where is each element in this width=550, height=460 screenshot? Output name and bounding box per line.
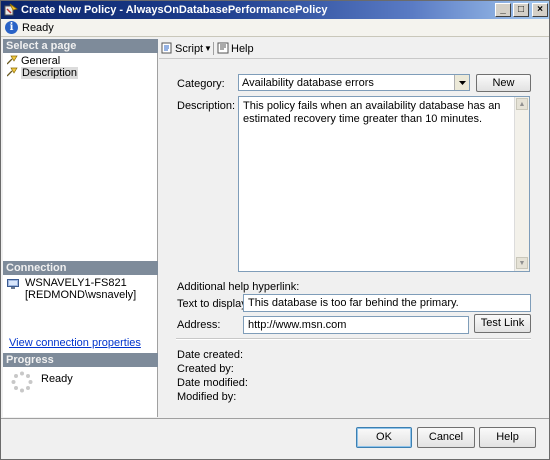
text-to-display-input[interactable]: This database is too far behind the prim… (243, 294, 531, 312)
close-button[interactable]: × (532, 3, 548, 17)
help-button[interactable]: Help (217, 42, 254, 56)
minimize-button[interactable]: _ (495, 3, 511, 17)
status-text: Ready (22, 22, 54, 34)
description-textarea[interactable]: This policy fails when an availability d… (238, 96, 530, 272)
new-category-button[interactable]: New (476, 74, 531, 92)
policy-app-icon (4, 3, 18, 16)
ok-button[interactable]: OK (356, 427, 412, 448)
script-icon (161, 42, 172, 54)
connection-user: [REDMOND\wsnavely] (25, 289, 137, 301)
page-icon (7, 67, 18, 77)
cancel-button[interactable]: Cancel (417, 427, 475, 448)
progress-header: Progress (3, 353, 158, 367)
page-label: Description (21, 67, 79, 79)
script-label: Script (175, 43, 204, 55)
page-icon (7, 55, 18, 65)
toolbar: Script ▼ Help (159, 39, 548, 59)
info-icon: i (5, 21, 18, 34)
description-label: Description: (177, 100, 236, 112)
toolbar-separator (213, 42, 214, 55)
window-title: Create New Policy - AlwaysOnDatabasePerf… (21, 4, 328, 16)
page-item-description[interactable]: Description (7, 67, 79, 79)
category-value: Availability database errors (242, 77, 374, 89)
help-label: Help (231, 43, 254, 55)
form-divider (176, 338, 531, 340)
date-modified-label: Date modified: (177, 377, 248, 389)
maximize-button[interactable]: □ (513, 3, 529, 17)
progress-status: Ready (41, 373, 73, 385)
created-by-label: Created by: (177, 363, 234, 375)
date-created-label: Date created: (177, 349, 244, 361)
status-bar: i Ready (1, 19, 549, 37)
connection-server: WSNAVELY1-FS821 (25, 277, 127, 289)
title-bar[interactable]: Create New Policy - AlwaysOnDatabasePerf… (1, 1, 549, 19)
page-label: General (21, 55, 61, 67)
scroll-down-icon[interactable]: ▼ (516, 257, 528, 269)
address-label: Address: (177, 319, 221, 331)
view-connection-properties-link[interactable]: View connection properties (9, 337, 141, 349)
modified-by-label: Modified by: (177, 391, 237, 403)
scroll-up-icon[interactable]: ▲ (516, 98, 528, 110)
script-button[interactable]: Script (161, 42, 203, 56)
help-dialog-button[interactable]: Help (479, 427, 536, 448)
description-scrollbar[interactable]: ▲ ▼ (514, 97, 529, 271)
address-input[interactable]: http://www.msn.com (243, 316, 469, 334)
description-text: This policy fails when an availability d… (243, 100, 501, 125)
create-policy-dialog: Create New Policy - AlwaysOnDatabasePerf… (0, 0, 550, 460)
left-pane: Select a page General Description Connec… (3, 39, 158, 417)
category-label: Category: (177, 78, 225, 90)
chevron-down-icon[interactable] (454, 75, 469, 90)
page-item-general[interactable]: General (7, 55, 60, 67)
select-page-header: Select a page (3, 39, 158, 53)
server-icon (7, 279, 19, 289)
connection-header: Connection (3, 261, 158, 275)
text-to-display-label: Text to display: (177, 298, 250, 310)
hyperlink-header: Additional help hyperlink: (177, 281, 300, 293)
progress-spinner-icon (11, 371, 33, 393)
help-icon (217, 42, 229, 54)
test-link-button[interactable]: Test Link (474, 314, 531, 333)
script-dropdown-icon[interactable]: ▼ (204, 42, 212, 56)
category-select[interactable]: Availability database errors (238, 74, 470, 91)
